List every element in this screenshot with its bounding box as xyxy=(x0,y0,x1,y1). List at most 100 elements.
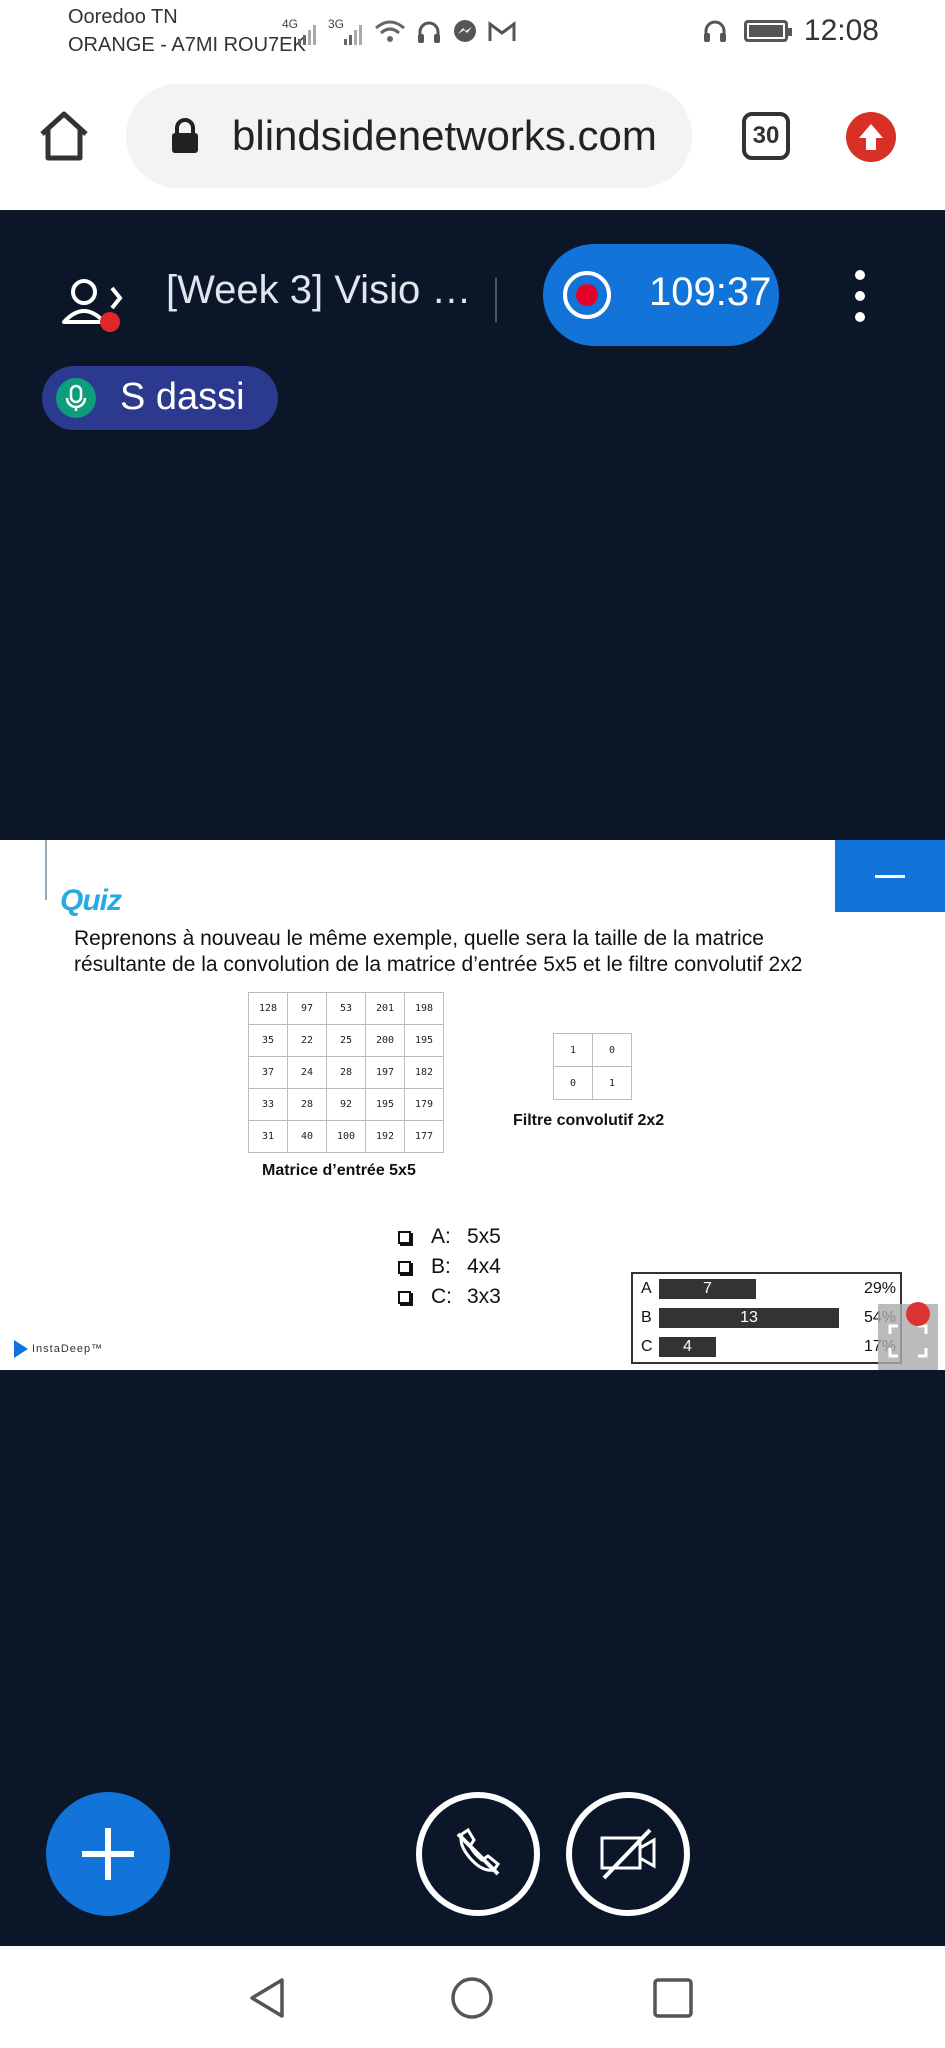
matrix-cell: 182 xyxy=(404,1056,444,1089)
tabs-icon[interactable]: 30 xyxy=(742,112,790,160)
poll-percent: 29% xyxy=(863,1280,896,1297)
matrix-cell: 31 xyxy=(248,1120,288,1153)
matrix-row: 35 22 25 200 195 xyxy=(248,1024,444,1057)
clock: 12:08 xyxy=(803,14,879,47)
minimize-presentation-button[interactable] xyxy=(835,840,945,912)
question-line-2: résultante de la convolution de la matri… xyxy=(74,953,803,976)
lock-icon xyxy=(172,118,198,153)
gmail-icon xyxy=(488,21,516,41)
wifi-icon xyxy=(375,20,405,42)
record-icon xyxy=(563,271,611,319)
poll-key: A xyxy=(641,1280,652,1297)
input-matrix-caption: Matrice d’entrée 5x5 xyxy=(262,1162,416,1179)
matrix-cell: 177 xyxy=(404,1120,444,1153)
actions-button[interactable] xyxy=(46,1792,170,1916)
update-icon[interactable] xyxy=(846,112,896,162)
slide-accent-line xyxy=(45,840,47,900)
matrix-cell: 1 xyxy=(553,1033,593,1067)
matrix-cell: 197 xyxy=(365,1056,405,1089)
matrix-row: 33 28 92 195 179 xyxy=(248,1088,444,1121)
status-right: 12:08 xyxy=(702,14,879,48)
carrier-primary: Ooredoo TN xyxy=(68,6,178,28)
matrix-cell: 192 xyxy=(365,1120,405,1153)
recording-button[interactable]: 109:37 xyxy=(543,244,779,346)
share-camera-button[interactable] xyxy=(566,1792,690,1916)
matrix-cell: 179 xyxy=(404,1088,444,1121)
presentation-slide: Quiz Reprenons à nouveau le même exemple… xyxy=(0,840,945,1370)
logo-mark xyxy=(14,1340,28,1358)
battery-icon xyxy=(743,20,792,42)
poll-bar: 13 xyxy=(659,1308,839,1328)
microphone-icon xyxy=(56,378,96,418)
filter-caption: Filtre convolutif 2x2 xyxy=(513,1112,665,1129)
filter-matrix: 10 01 xyxy=(553,1033,632,1100)
option-a: A: 5x5 xyxy=(398,1222,501,1252)
matrix-cell: 195 xyxy=(365,1088,405,1121)
more-options-icon[interactable] xyxy=(848,270,872,330)
option-c: C: 3x3 xyxy=(398,1282,501,1312)
matrix-cell: 1 xyxy=(592,1066,632,1100)
meeting-title[interactable]: [Week 3] Visio … xyxy=(166,268,471,313)
talker-name: S dassi xyxy=(120,376,245,418)
signal-4g-icon: 4G xyxy=(282,17,318,47)
status-bar: Ooredoo TN ORANGE - A7MI ROU7EK 4G 3G 12… xyxy=(0,0,945,70)
checkbox-icon xyxy=(398,1260,411,1274)
leave-audio-button[interactable] xyxy=(416,1792,540,1916)
option-letter: C: xyxy=(431,1285,452,1308)
slide-heading: Quiz xyxy=(60,884,122,917)
option-b: B: 4x4 xyxy=(398,1252,501,1282)
matrix-cell: 33 xyxy=(248,1088,288,1121)
matrix-row: 37 24 28 197 182 xyxy=(248,1056,444,1089)
option-letter: B: xyxy=(431,1255,451,1278)
messenger-icon xyxy=(454,20,476,42)
matrix-cell: 25 xyxy=(326,1024,366,1057)
matrix-cell: 201 xyxy=(365,992,405,1025)
poll-bar: 7 xyxy=(659,1279,756,1299)
matrix-cell: 0 xyxy=(553,1066,593,1100)
notification-dot xyxy=(100,312,120,332)
matrix-cell: 128 xyxy=(248,992,288,1025)
answer-options: A: 5x5 B: 4x4 C: 3x3 xyxy=(398,1222,501,1312)
matrix-cell: 0 xyxy=(592,1033,632,1067)
camera-off-icon xyxy=(600,1828,656,1880)
matrix-cell: 53 xyxy=(326,992,366,1025)
home-nav-icon[interactable] xyxy=(450,1976,494,2020)
back-icon[interactable] xyxy=(246,1976,290,2020)
matrix-cell: 28 xyxy=(287,1088,327,1121)
matrix-cell: 40 xyxy=(287,1120,327,1153)
plus-icon xyxy=(82,1828,134,1880)
matrix-cell: 24 xyxy=(287,1056,327,1089)
recording-timer: 109:37 xyxy=(649,270,772,314)
carrier-secondary: ORANGE - A7MI ROU7EK xyxy=(68,34,306,56)
option-text: 4x4 xyxy=(467,1255,501,1278)
matrix-cell: 195 xyxy=(404,1024,444,1057)
talking-indicator[interactable]: S dassi xyxy=(42,366,278,430)
option-letter: A: xyxy=(431,1225,451,1248)
users-icon[interactable] xyxy=(58,270,130,342)
input-matrix: 128 97 53 201 198 35 22 25 200 195 37 24 28 197 182 … xyxy=(248,992,444,1153)
logo-text: InstaDeep™ xyxy=(32,1343,104,1355)
cursor-indicator xyxy=(906,1302,930,1326)
address-bar[interactable]: blindsidenetworks.com xyxy=(126,84,692,188)
recents-icon[interactable] xyxy=(651,1976,695,2020)
poll-row-c: C 4 17% xyxy=(641,1336,896,1358)
matrix-row: 10 xyxy=(553,1033,632,1067)
matrix-cell: 97 xyxy=(287,992,327,1025)
signal-3g-icon: 3G xyxy=(328,17,364,47)
option-text: 5x5 xyxy=(467,1225,501,1248)
matrix-cell: 200 xyxy=(365,1024,405,1057)
title-divider xyxy=(495,278,497,322)
record-dot xyxy=(576,284,598,306)
url-text: blindsidenetworks.com xyxy=(232,112,657,159)
home-icon[interactable] xyxy=(36,108,92,164)
checkbox-icon xyxy=(398,1290,411,1304)
matrix-cell: 37 xyxy=(248,1056,288,1089)
poll-key: C xyxy=(641,1338,653,1355)
option-text: 3x3 xyxy=(467,1285,501,1308)
browser-toolbar: blindsidenetworks.com 30 xyxy=(0,70,945,210)
matrix-cell: 28 xyxy=(326,1056,366,1089)
instadeep-logo: InstaDeep™ xyxy=(14,1340,103,1358)
matrix-cell: 35 xyxy=(248,1024,288,1057)
matrix-cell: 198 xyxy=(404,992,444,1025)
matrix-row: 128 97 53 201 198 xyxy=(248,992,444,1025)
